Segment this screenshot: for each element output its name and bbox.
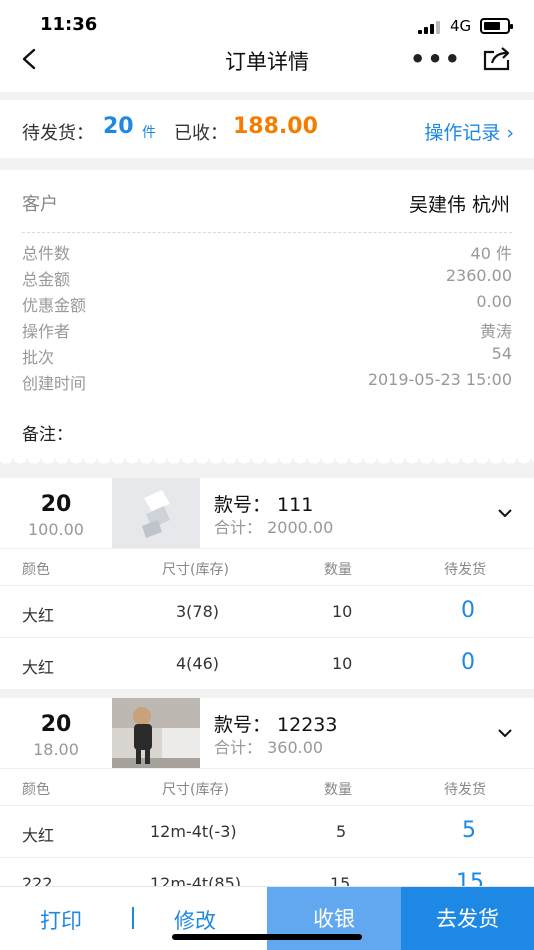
row-qty: 5 <box>336 822 347 841</box>
edit-button[interactable]: 修改 <box>174 905 216 935</box>
discount-label: 优惠金额 <box>22 296 87 315</box>
product-image-placeholder <box>112 478 200 550</box>
row-size: 3(78) <box>176 602 220 621</box>
received-amount: 188.00 <box>233 114 318 139</box>
table-row: 大红 3(78) 10 0 <box>0 586 534 638</box>
more-icon[interactable]: ••• <box>410 47 462 71</box>
row-size: 4(46) <box>176 654 220 673</box>
divider <box>132 907 134 929</box>
share-icon[interactable] <box>482 46 512 72</box>
table-header: 颜色 尺寸(库存) 数量 待发货 <box>0 768 534 806</box>
header-size: 尺寸(库存) <box>162 562 229 578</box>
customer-label: 客户 <box>22 194 58 215</box>
operation-log-link[interactable]: 操作记录 › <box>424 118 514 145</box>
table-row: 大红 12m-4t(-3) 5 5 <box>0 806 534 858</box>
product-price: 100.00 <box>28 520 84 539</box>
battery-icon <box>480 18 513 34</box>
batch-value: 54 <box>491 344 512 363</box>
row-qty: 10 <box>332 654 353 673</box>
row-pending: 0 <box>461 598 475 623</box>
header-size: 尺寸(库存) <box>162 782 229 798</box>
note-label: 备注： <box>22 425 73 445</box>
customer-value: 吴建伟 杭州 <box>408 194 510 216</box>
total-items-value: 40 件 <box>470 244 512 263</box>
header-qty: 数量 <box>324 782 352 798</box>
print-button[interactable]: 打印 <box>40 905 82 935</box>
product-price: 18.00 <box>33 740 79 759</box>
ship-button[interactable]: 去发货 <box>401 887 534 950</box>
order-summary-bar: 待发货： 20 件 已收： 188.00 操作记录 › <box>0 100 534 158</box>
header-color: 颜色 <box>22 562 50 578</box>
order-info-card: 客户 吴建伟 杭州 总件数 40 件 总金额 2360.00 优惠金额 0.00… <box>0 170 534 470</box>
product-qty: 20 <box>40 492 72 517</box>
operator-label: 操作者 <box>22 322 71 341</box>
product-sku: 款号： 111 <box>214 494 314 516</box>
bottom-action-bar: 打印 修改 收银 去发货 <box>0 886 534 950</box>
product-total: 合计： 2000.00 <box>214 518 334 537</box>
table-header: 颜色 尺寸(库存) 数量 待发货 <box>0 548 534 586</box>
chevron-down-icon[interactable] <box>498 506 512 520</box>
header-pending: 待发货 <box>444 562 486 578</box>
total-amount-value: 2360.00 <box>445 266 512 285</box>
divider <box>22 232 512 233</box>
pending-label: 待发货： <box>22 123 94 144</box>
row-pending: 0 <box>461 650 475 675</box>
product-total: 合计： 360.00 <box>214 738 324 757</box>
row-pending: 5 <box>462 818 476 843</box>
product-header[interactable]: 20 18.00 款号： 12233 合计： 360.00 <box>0 698 534 770</box>
status-time: 11:36 <box>40 14 98 35</box>
operator-value: 黄涛 <box>479 322 512 341</box>
row-size: 12m-4t(-3) <box>150 822 237 841</box>
checkout-button[interactable]: 收银 <box>267 887 401 950</box>
total-amount-label: 总金额 <box>22 270 71 289</box>
row-color: 大红 <box>22 606 55 625</box>
header-pending: 待发货 <box>444 782 486 798</box>
home-indicator <box>172 934 362 940</box>
batch-label: 批次 <box>22 348 55 367</box>
created-time-value: 2019-05-23 15:00 <box>367 370 512 389</box>
network-type: 4G <box>450 17 472 35</box>
discount-value: 0.00 <box>476 292 512 311</box>
table-row: 大红 4(46) 10 0 <box>0 638 534 690</box>
product-header[interactable]: 20 100.00 款号： 111 合计： 2000.00 <box>0 478 534 550</box>
card-scallop-edge <box>0 458 534 472</box>
total-items-label: 总件数 <box>22 244 71 263</box>
row-qty: 10 <box>332 602 353 621</box>
product-photo <box>112 698 200 770</box>
signal-icon <box>418 20 444 34</box>
product-sku: 款号： 12233 <box>214 714 338 736</box>
pending-count: 20 <box>103 114 134 139</box>
row-color: 大红 <box>22 826 55 845</box>
product-qty: 20 <box>40 712 72 737</box>
nav-bar: 订单详情 ••• <box>0 40 534 92</box>
pending-unit: 件 <box>142 125 156 141</box>
chevron-down-icon[interactable] <box>498 726 512 740</box>
header-qty: 数量 <box>324 562 352 578</box>
created-time-label: 创建时间 <box>22 374 87 393</box>
row-color: 大红 <box>22 658 55 677</box>
received-label: 已收： <box>174 123 228 144</box>
status-bar: 11:36 4G <box>0 0 534 40</box>
header-color: 颜色 <box>22 782 50 798</box>
